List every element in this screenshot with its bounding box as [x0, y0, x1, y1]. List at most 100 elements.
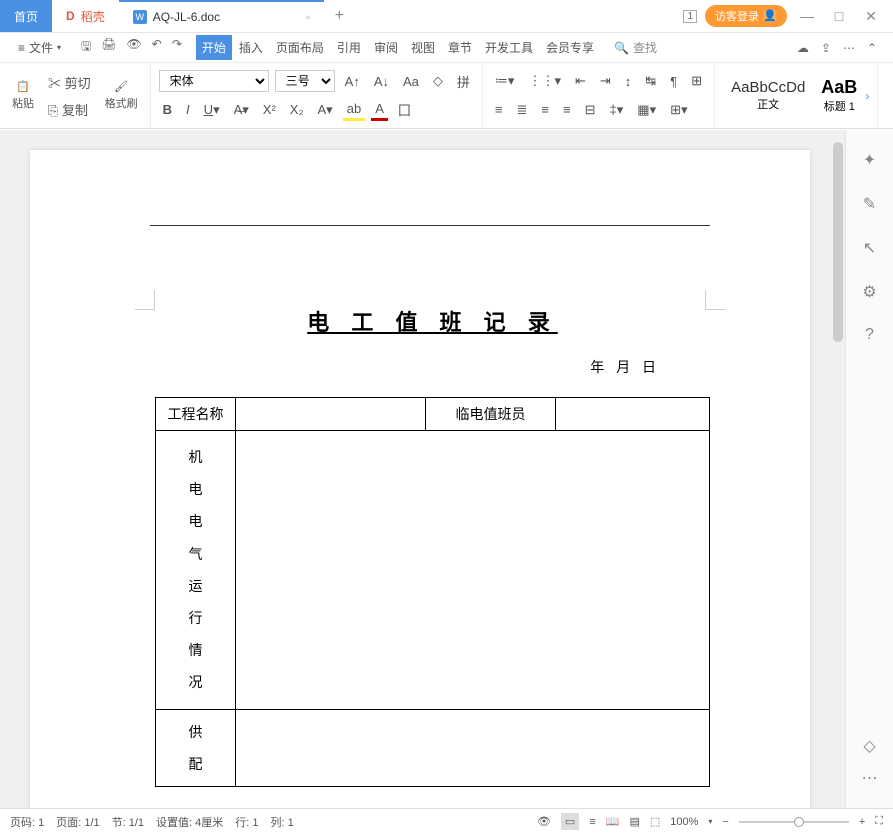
file-menu[interactable]: ≡ 文件 ▾	[8, 35, 71, 60]
pinyin-button[interactable]: 拼	[453, 70, 474, 93]
view-web-icon[interactable]: ▤	[629, 815, 639, 828]
line-spacing-button[interactable]: ‡▾	[606, 100, 628, 120]
tab-add[interactable]: +	[324, 0, 354, 32]
close-button[interactable]: ✕	[859, 8, 883, 25]
font-size-select[interactable]: 三号	[275, 70, 335, 92]
collapse-icon[interactable]: ⌃	[867, 41, 877, 55]
grow-font-button[interactable]: A↑	[341, 72, 364, 91]
tab-review[interactable]: 审阅	[368, 35, 404, 60]
minimize-button[interactable]: —	[795, 8, 819, 24]
zoom-knob[interactable]	[794, 817, 804, 827]
scrollbar-thumb[interactable]	[833, 142, 843, 342]
clear-format-button[interactable]: ◇	[429, 71, 447, 91]
tab-start[interactable]: 开始	[196, 35, 232, 60]
align-justify-button[interactable]: ≡	[559, 100, 575, 119]
more-dots-icon[interactable]: ⋯	[862, 768, 878, 788]
char-border-button[interactable]: 囗	[394, 98, 415, 121]
align-center-button[interactable]: ≣	[513, 100, 532, 120]
align-left-button[interactable]: ≡	[491, 100, 507, 119]
print-icon[interactable]: 🖨	[101, 37, 116, 58]
shrink-font-button[interactable]: A↓	[370, 72, 393, 91]
eye-icon[interactable]: 👁	[537, 815, 551, 828]
align-right-button[interactable]: ≡	[537, 100, 553, 119]
tab-developer[interactable]: 开发工具	[479, 35, 539, 60]
strike-button[interactable]: A̶▾	[230, 100, 253, 120]
zoom-value[interactable]: 100%	[670, 816, 698, 828]
bullets-button[interactable]: ≔▾	[491, 71, 519, 91]
copy-button[interactable]: ⎘ 复制	[44, 98, 95, 121]
search-box[interactable]: 🔍 查找	[614, 39, 657, 56]
pencil-icon[interactable]: ✎	[863, 194, 876, 214]
indent-inc-button[interactable]: ⇥	[596, 71, 615, 91]
sort-button[interactable]: ↕	[621, 72, 636, 91]
status-section[interactable]: 节: 1/1	[112, 814, 144, 830]
tab-home[interactable]: 首页	[0, 0, 52, 32]
zoom-out-button[interactable]: −	[722, 816, 728, 828]
login-button[interactable]: 访客登录 👤	[705, 5, 787, 27]
zoom-in-button[interactable]: +	[859, 816, 865, 828]
view-read-icon[interactable]: 📖	[606, 815, 620, 828]
style-normal[interactable]: AaBbCcDd 正文	[723, 77, 813, 114]
tab-insert[interactable]: 插入	[233, 35, 269, 60]
indent-dec-button[interactable]: ⇤	[571, 71, 590, 91]
paste-button[interactable]: 📋 粘贴	[8, 78, 38, 113]
share-icon[interactable]: ⇪	[821, 41, 831, 55]
underline-button[interactable]: U▾	[200, 100, 224, 120]
tab-document[interactable]: W AQ-JL-6.doc ▫	[119, 0, 325, 32]
fit-icon[interactable]: ⬚	[650, 815, 660, 828]
status-col[interactable]: 列: 1	[271, 814, 294, 830]
more-icon[interactable]: ⋯	[843, 41, 855, 55]
tab-docke[interactable]: D 稻壳	[52, 0, 119, 32]
fullscreen-icon[interactable]: ⛶	[875, 815, 883, 828]
tab-more-icon[interactable]: ▫	[306, 10, 310, 24]
styles-expand-icon[interactable]: ›	[865, 89, 869, 103]
tab-button[interactable]: ↹	[641, 71, 660, 91]
tab-layout[interactable]: 页面布局	[270, 35, 330, 60]
document-page[interactable]: 电 工 值 班 记 录 年 月 日 工程名称 临电值班员 机电电气运行情况 供配	[30, 150, 810, 808]
tab-section[interactable]: 章节	[442, 35, 478, 60]
help-icon[interactable]: ?	[865, 326, 874, 344]
format-painter-button[interactable]: 🖌 格式刷	[101, 78, 142, 113]
cursor-icon[interactable]: ↖	[863, 238, 876, 258]
show-marks-button[interactable]: ¶	[666, 72, 681, 91]
vertical-scrollbar[interactable]	[831, 130, 845, 808]
font-name-select[interactable]: 宋体	[159, 70, 269, 92]
sparkle-icon[interactable]: ✦	[863, 150, 876, 170]
diamond-icon[interactable]: ◇	[863, 736, 875, 756]
maximize-button[interactable]: □	[827, 8, 851, 24]
undo-icon[interactable]: ↶	[152, 37, 162, 58]
status-setting[interactable]: 设置值: 4厘米	[156, 814, 223, 830]
status-page[interactable]: 页面: 1/1	[56, 814, 99, 830]
subscript-button[interactable]: X₂	[286, 100, 308, 119]
redo-icon[interactable]: ↷	[172, 37, 182, 58]
view-outline-icon[interactable]: ≡	[589, 816, 595, 828]
italic-button[interactable]: I	[182, 100, 194, 119]
highlight-button[interactable]: ab	[343, 99, 365, 121]
table-row: 机电电气运行情况	[156, 431, 710, 710]
shading-button[interactable]: ▦▾	[633, 100, 660, 120]
badge-count[interactable]: 1	[683, 10, 697, 23]
tab-view[interactable]: 视图	[405, 35, 441, 60]
tab-reference[interactable]: 引用	[331, 35, 367, 60]
text-effect-button[interactable]: A▾	[314, 100, 337, 120]
tab-member[interactable]: 会员专享	[540, 35, 600, 60]
zoom-slider[interactable]	[739, 821, 849, 823]
status-row[interactable]: 行: 1	[235, 814, 258, 830]
toolbox-button[interactable]: ⊞	[687, 71, 706, 91]
font-color-button[interactable]: A	[371, 99, 388, 121]
border-button[interactable]: ⊞▾	[666, 100, 691, 120]
change-case-button[interactable]: Aa	[399, 72, 423, 91]
cloud-icon[interactable]: ☁	[797, 41, 809, 55]
numbering-button[interactable]: ⋮⋮▾	[524, 71, 565, 91]
status-page-no[interactable]: 页码: 1	[10, 814, 44, 830]
style-heading1[interactable]: AaB 标题 1	[813, 75, 865, 116]
view-page-icon[interactable]: ▭	[561, 813, 579, 830]
bold-button[interactable]: B	[159, 100, 176, 119]
settings-slider-icon[interactable]: ⚙	[862, 282, 876, 302]
superscript-button[interactable]: X²	[259, 100, 280, 119]
zoom-dropdown-icon[interactable]: ▾	[708, 817, 712, 826]
cut-button[interactable]: ✂ 剪切	[44, 71, 95, 94]
preview-icon[interactable]: 👁	[127, 37, 142, 58]
save-icon[interactable]: 🖫	[81, 37, 91, 58]
distribute-button[interactable]: ⊟	[581, 100, 600, 120]
